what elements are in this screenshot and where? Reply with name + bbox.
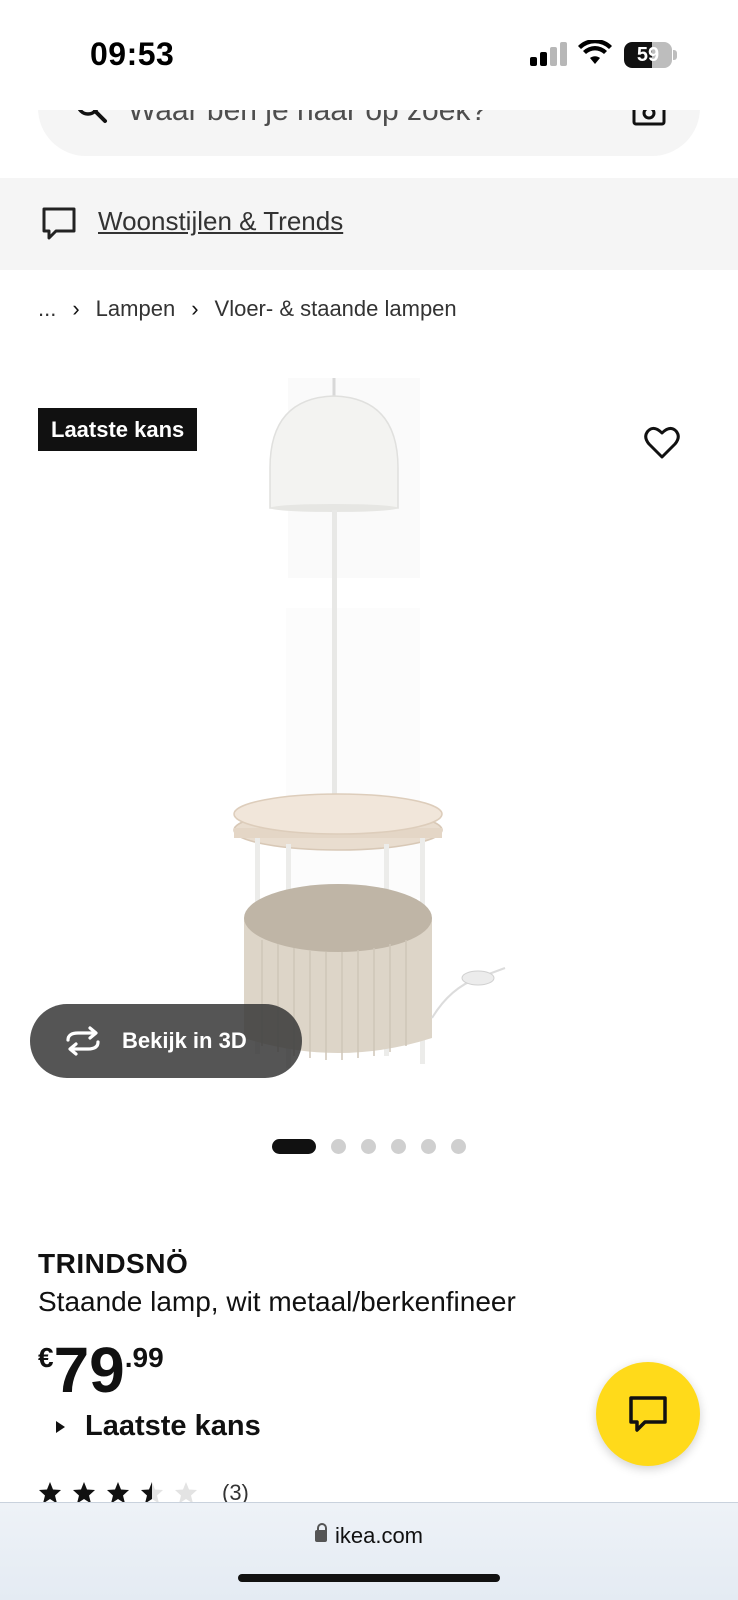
product-description: Staande lamp, wit metaal/berkenfineer [38, 1286, 516, 1317]
carousel-dot[interactable] [391, 1138, 406, 1154]
inspiration-banner[interactable]: Woonstijlen & Trends [0, 178, 738, 270]
heart-icon[interactable] [644, 426, 680, 460]
status-time: 09:53 [90, 36, 175, 72]
inspiration-link[interactable]: Woonstijlen & Trends [98, 206, 343, 237]
battery-level: 59 [636, 44, 660, 66]
view-in-3d-button[interactable]: Bekijk in 3D [30, 1004, 302, 1078]
carousel-dot[interactable] [421, 1138, 436, 1154]
chat-button[interactable] [596, 1362, 700, 1466]
last-chance-badge: Laatste kans [38, 408, 198, 451]
availability-label: Laatste kans [85, 1410, 261, 1442]
breadcrumb-item-floor-lamps[interactable]: Vloer- & staande lampen [215, 296, 457, 322]
carousel-dot[interactable] [272, 1138, 316, 1154]
carousel-dot[interactable] [451, 1138, 466, 1154]
caret-right-icon [56, 1420, 65, 1433]
status-bar: 09:53 59 [0, 0, 738, 110]
lock-icon [314, 1523, 327, 1542]
price-decimals: .99 [124, 1342, 164, 1373]
home-indicator[interactable] [238, 1574, 500, 1582]
chat-icon [629, 1396, 667, 1432]
breadcrumb-ellipsis[interactable]: ... [38, 296, 56, 322]
product-price: €79.99 [38, 1336, 164, 1404]
battery-icon: 59 [624, 42, 672, 68]
wifi-icon [578, 40, 612, 64]
breadcrumb: ... › Lampen › Vloer- & staande lampen [38, 294, 457, 324]
carousel-dot[interactable] [331, 1138, 346, 1154]
browser-address-bar[interactable]: ikea.com [0, 1502, 738, 1600]
availability-toggle[interactable]: Laatste kans [56, 1410, 261, 1443]
price-integer: 79 [53, 1334, 125, 1406]
price-currency: € [38, 1342, 54, 1373]
breadcrumb-item-lampen[interactable]: Lampen [96, 296, 176, 322]
rotate-3d-icon [66, 1026, 100, 1056]
product-name: TRINDSNÖ [38, 1248, 189, 1279]
url-text: ikea.com [334, 1523, 424, 1548]
carousel-dot[interactable] [361, 1138, 376, 1154]
carousel-pagination[interactable] [272, 1138, 481, 1154]
speech-bubble-icon [42, 207, 76, 240]
signal-icon [530, 42, 568, 66]
battery-cap [673, 50, 677, 60]
view-in-3d-label: Bekijk in 3D [122, 1028, 247, 1053]
chevron-right-icon: › [72, 296, 80, 321]
chevron-right-icon: › [191, 296, 199, 321]
product-image[interactable] [0, 378, 738, 1108]
url-display[interactable]: ikea.com [0, 1523, 738, 1549]
